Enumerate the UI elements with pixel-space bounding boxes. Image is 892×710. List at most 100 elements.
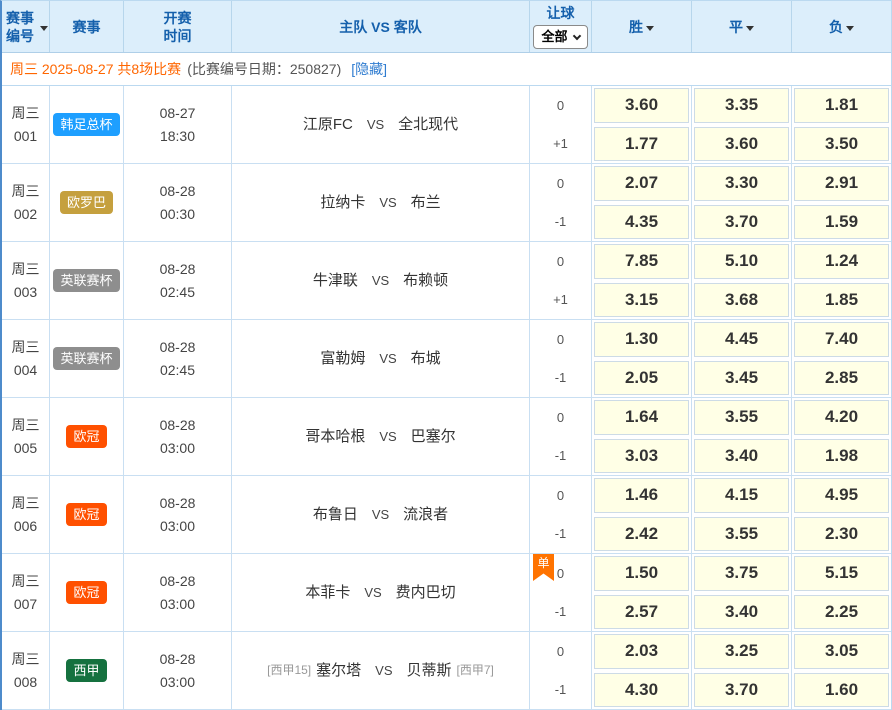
odds-win[interactable]: 4.30 xyxy=(594,673,689,708)
hide-link[interactable]: [隐藏] xyxy=(351,59,387,79)
header-match-number[interactable]: 赛事编号 xyxy=(2,1,50,52)
handicap-value: 0 xyxy=(530,632,591,671)
match-number: 005 xyxy=(14,437,37,460)
odds-win[interactable]: 3.15 xyxy=(594,283,689,318)
odds-grid: 2.07 3.30 2.91 4.35 3.70 1.59 xyxy=(592,164,891,241)
home-team[interactable]: 布鲁日 xyxy=(313,503,358,526)
odds-lose[interactable]: 2.25 xyxy=(794,595,889,630)
odds-draw[interactable]: 4.45 xyxy=(694,322,789,357)
odds-draw[interactable]: 3.45 xyxy=(694,361,789,396)
odds-draw[interactable]: 3.60 xyxy=(694,127,789,162)
home-team[interactable]: 塞尔塔 xyxy=(316,659,361,682)
header-lose[interactable]: 负 xyxy=(792,1,891,52)
league-badge[interactable]: 英联赛杯 xyxy=(53,269,119,292)
odds-win[interactable]: 2.03 xyxy=(594,634,689,669)
home-team[interactable]: 江原FC xyxy=(303,113,353,136)
odds-win[interactable]: 2.07 xyxy=(594,166,689,201)
odds-lose[interactable]: 2.85 xyxy=(794,361,889,396)
odds-lose[interactable]: 1.24 xyxy=(794,244,889,279)
odds-win[interactable]: 1.30 xyxy=(594,322,689,357)
odds-win[interactable]: 3.60 xyxy=(594,88,689,123)
start-time: 02:45 xyxy=(160,281,195,304)
odds-lose[interactable]: 4.20 xyxy=(794,400,889,435)
odds-win[interactable]: 4.35 xyxy=(594,205,689,240)
vs-label: VS xyxy=(375,659,392,682)
odds-lose[interactable]: 5.15 xyxy=(794,556,889,591)
odds-lose[interactable]: 4.95 xyxy=(794,478,889,513)
header-handicap-label: 让球 xyxy=(547,4,575,22)
odds-win[interactable]: 1.46 xyxy=(594,478,689,513)
header-start-time: 开赛时间 xyxy=(124,1,232,52)
odds-win[interactable]: 7.85 xyxy=(594,244,689,279)
start-date: 08-28 xyxy=(160,492,196,515)
odds-win[interactable]: 1.77 xyxy=(594,127,689,162)
odds-grid: 1.46 4.15 4.95 2.42 3.55 2.30 xyxy=(592,476,891,553)
match-row: 周三 003 英联赛杯 08-28 02:45 牛津联 VS 布赖顿 0 +1 … xyxy=(2,242,891,320)
start-time-cell: 08-28 02:45 xyxy=(124,242,232,319)
match-day: 周三 xyxy=(12,102,40,125)
start-time-cell: 08-28 03:00 xyxy=(124,476,232,553)
odds-lose[interactable]: 1.60 xyxy=(794,673,889,708)
odds-lose[interactable]: 3.50 xyxy=(794,127,889,162)
odds-draw[interactable]: 3.40 xyxy=(694,595,789,630)
league-cell: 韩足总杯 xyxy=(50,86,124,163)
away-team[interactable]: 布城 xyxy=(411,347,441,370)
league-badge[interactable]: 英联赛杯 xyxy=(53,347,119,370)
league-badge[interactable]: 欧冠 xyxy=(66,503,106,526)
odds-lose[interactable]: 7.40 xyxy=(794,322,889,357)
away-team[interactable]: 布兰 xyxy=(411,191,441,214)
away-team[interactable]: 布赖顿 xyxy=(403,269,448,292)
handicap-filter-select[interactable]: 全部 xyxy=(533,25,587,49)
home-team[interactable]: 拉纳卡 xyxy=(320,191,365,214)
away-team[interactable]: 流浪者 xyxy=(403,503,448,526)
league-badge[interactable]: 韩足总杯 xyxy=(53,113,119,136)
home-team[interactable]: 富勒姆 xyxy=(320,347,365,370)
odds-draw[interactable]: 5.10 xyxy=(694,244,789,279)
vs-label: VS xyxy=(364,581,381,604)
odds-draw[interactable]: 4.15 xyxy=(694,478,789,513)
away-team[interactable]: 费内巴切 xyxy=(396,581,456,604)
odds-win[interactable]: 1.64 xyxy=(594,400,689,435)
header-win[interactable]: 胜 xyxy=(592,1,692,52)
odds-draw[interactable]: 3.35 xyxy=(694,88,789,123)
odds-draw[interactable]: 3.55 xyxy=(694,400,789,435)
league-badge[interactable]: 欧冠 xyxy=(66,581,106,604)
handicap-value: 0 xyxy=(530,476,591,515)
header-draw[interactable]: 平 xyxy=(692,1,792,52)
odds-win[interactable]: 3.03 xyxy=(594,439,689,474)
away-team[interactable]: 全北现代 xyxy=(398,113,458,136)
odds-lose[interactable]: 3.05 xyxy=(794,634,889,669)
league-badge[interactable]: 西甲 xyxy=(66,659,106,682)
odds-draw[interactable]: 3.40 xyxy=(694,439,789,474)
odds-draw[interactable]: 3.70 xyxy=(694,205,789,240)
home-team[interactable]: 牛津联 xyxy=(313,269,358,292)
handicap-value: -1 xyxy=(530,359,591,398)
odds-draw[interactable]: 3.25 xyxy=(694,634,789,669)
odds-win[interactable]: 1.50 xyxy=(594,556,689,591)
home-team[interactable]: 哥本哈根 xyxy=(305,425,365,448)
odds-draw[interactable]: 3.75 xyxy=(694,556,789,591)
odds-lose[interactable]: 2.30 xyxy=(794,517,889,552)
odds-lose[interactable]: 2.91 xyxy=(794,166,889,201)
odds-draw[interactable]: 3.68 xyxy=(694,283,789,318)
odds-draw[interactable]: 3.70 xyxy=(694,673,789,708)
league-badge[interactable]: 欧冠 xyxy=(66,425,106,448)
odds-lose[interactable]: 1.85 xyxy=(794,283,889,318)
match-day: 周三 xyxy=(12,258,40,281)
teams-cell: 江原FC VS 全北现代 xyxy=(232,86,530,163)
away-team[interactable]: 巴塞尔 xyxy=(411,425,456,448)
start-date: 08-28 xyxy=(160,570,196,593)
odds-draw[interactable]: 3.55 xyxy=(694,517,789,552)
home-team[interactable]: 本菲卡 xyxy=(305,581,350,604)
odds-lose[interactable]: 1.81 xyxy=(794,88,889,123)
vs-label: VS xyxy=(372,503,389,526)
odds-draw[interactable]: 3.30 xyxy=(694,166,789,201)
odds-lose[interactable]: 1.98 xyxy=(794,439,889,474)
league-badge[interactable]: 欧罗巴 xyxy=(60,191,113,214)
odds-win[interactable]: 2.05 xyxy=(594,361,689,396)
away-team[interactable]: 贝蒂斯 xyxy=(407,659,452,682)
odds-win[interactable]: 2.57 xyxy=(594,595,689,630)
match-number-cell: 周三 008 xyxy=(2,632,50,709)
odds-win[interactable]: 2.42 xyxy=(594,517,689,552)
odds-lose[interactable]: 1.59 xyxy=(794,205,889,240)
